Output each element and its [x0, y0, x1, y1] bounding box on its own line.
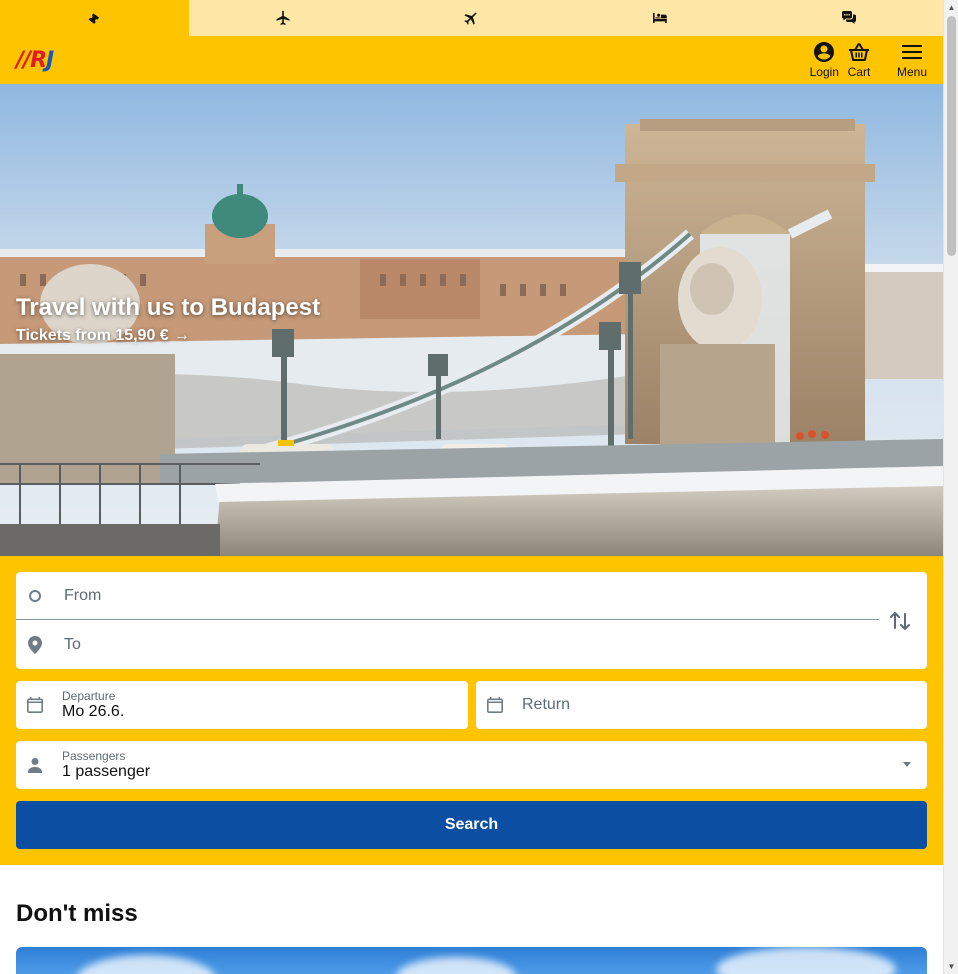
hero-price-link[interactable]: Tickets from 15,90 € →: [16, 327, 320, 345]
dates-row: Departure Mo 26.6. Return: [16, 681, 927, 729]
product-tabs: [0, 0, 943, 36]
tab-chat[interactable]: [754, 0, 943, 36]
hero-subtitle: Tickets from 15,90 €: [16, 327, 169, 344]
site-header: //R J Login Cart Menu: [0, 36, 943, 84]
promo-card[interactable]: [16, 947, 927, 974]
dont-miss-heading: Don't miss: [16, 900, 138, 927]
search-panel: From To Departure Mo 26.6. Return Passen…: [0, 556, 943, 865]
passengers-label: Passengers: [62, 748, 126, 763]
route-box: From To: [16, 572, 927, 669]
ticket-icon: [88, 13, 100, 24]
tab-flights[interactable]: [189, 0, 378, 36]
bed-icon: [653, 13, 667, 23]
passengers-stack: Passengers 1 passenger: [62, 748, 151, 781]
cart-label: Cart: [847, 65, 871, 79]
chat-icon: [841, 11, 856, 24]
tab-accommodation[interactable]: [566, 0, 755, 36]
tab-train-tickets[interactable]: [0, 0, 189, 36]
location-pin-icon: [28, 636, 42, 654]
scroll-up-arrow-icon[interactable]: ▲: [944, 0, 958, 15]
scrollbar-thumb[interactable]: [947, 16, 956, 256]
to-field[interactable]: To: [16, 621, 879, 669]
chevron-down-icon: [903, 762, 911, 767]
return-placeholder: Return: [522, 696, 571, 713]
cart-button[interactable]: Cart: [847, 40, 871, 84]
from-field[interactable]: From: [16, 572, 879, 620]
logo-j: J: [46, 47, 54, 73]
regiojet-logo[interactable]: //R J: [16, 47, 54, 73]
hero-text: Travel with us to Budapest Tickets from …: [16, 294, 320, 345]
person-icon: [26, 756, 44, 774]
menu-label: Menu: [896, 65, 927, 79]
departure-date-field[interactable]: Departure Mo 26.6.: [16, 681, 468, 729]
search-button[interactable]: Search: [16, 801, 927, 849]
swap-stations-button[interactable]: [887, 608, 913, 634]
login-label: Login: [809, 65, 839, 79]
basket-icon: [848, 43, 869, 61]
origin-circle-icon: [28, 589, 42, 603]
arrow-right-icon: →: [173, 327, 190, 344]
logo-bars: //: [16, 47, 31, 73]
login-button[interactable]: Login: [810, 40, 839, 84]
tab-flights-alt[interactable]: [377, 0, 566, 36]
dont-miss-section: Don't miss: [0, 865, 943, 974]
departure-label: Departure: [62, 688, 116, 703]
swap-vertical-icon: [890, 612, 910, 630]
calendar-icon: [26, 696, 44, 714]
return-date-field[interactable]: Return: [476, 681, 927, 729]
account-circle-icon: [814, 42, 835, 62]
header-actions: Login Cart Menu: [802, 36, 927, 84]
scroll-down-arrow-icon[interactable]: ▼: [944, 959, 958, 974]
departure-value: Mo 26.6.: [62, 702, 125, 720]
departure-stack: Departure Mo 26.6.: [62, 688, 125, 721]
airplane-alt-icon: [464, 12, 477, 25]
hero-title: Travel with us to Budapest: [16, 294, 321, 321]
hamburger-menu-icon: [901, 45, 922, 59]
menu-button[interactable]: Menu: [897, 40, 927, 84]
from-placeholder: From: [64, 586, 102, 604]
passengers-select[interactable]: Passengers 1 passenger: [16, 741, 927, 789]
passengers-value: 1 passenger: [62, 762, 151, 780]
hero-banner[interactable]: Travel with us to Budapest Tickets from …: [0, 84, 943, 556]
logo-r: R: [30, 47, 47, 73]
to-placeholder: To: [64, 636, 81, 653]
airplane-icon: [276, 10, 290, 25]
page-scrollbar[interactable]: ▲ ▼: [943, 0, 958, 974]
calendar-icon: [486, 696, 504, 714]
page: //R J Login Cart Menu Travel with us to …: [0, 0, 943, 974]
